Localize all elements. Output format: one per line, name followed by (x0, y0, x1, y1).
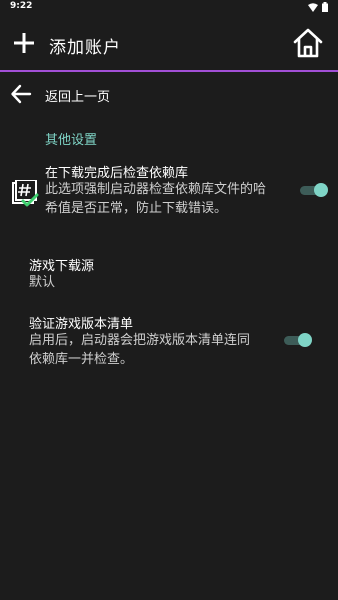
pref-title: 游戏下载源 (29, 259, 95, 274)
section-header: 其他设置 (45, 133, 98, 148)
back-button[interactable]: 返回上一页 (0, 74, 338, 114)
back-label: 返回上一页 (45, 90, 111, 105)
app-bar: 添加账户 (0, 14, 338, 72)
pref-summary-line1: 此选项强制启动器检查依赖库文件的哈 (45, 182, 267, 197)
pref-title: 在下载完成后检查依赖库 (45, 166, 189, 181)
pref-check-libraries[interactable]: 在下载完成后检查依赖库 此选项强制启动器检查依赖库文件的哈 希值是否正常，防止下… (0, 162, 338, 222)
toggle-thumb (314, 183, 328, 197)
page-title: 添加账户 (49, 38, 121, 58)
status-bar: 9:22 (0, 0, 338, 14)
plus-icon[interactable] (12, 31, 36, 55)
pref-summary-line2: 依赖库一并检查。 (29, 352, 134, 367)
battery-icon (322, 2, 328, 12)
toggle-thumb (298, 333, 312, 347)
back-arrow-icon (11, 84, 32, 104)
pref-download-source[interactable]: 游戏下载源 默认 (0, 255, 338, 295)
home-icon[interactable] (292, 27, 324, 59)
toggle-switch[interactable] (300, 183, 328, 197)
pref-summary: 默认 (29, 275, 56, 290)
status-icons (308, 2, 328, 12)
toggle-switch[interactable] (284, 333, 312, 347)
app-bar-divider (0, 70, 338, 72)
status-time: 9:22 (10, 1, 33, 11)
wifi-icon (308, 2, 318, 12)
pref-summary-line1: 启用后，启动器会把游戏版本清单连同 (29, 333, 251, 348)
pref-verify-version-manifest[interactable]: 验证游戏版本清单 启用后，启动器会把游戏版本清单连同 依赖库一并检查。 (0, 313, 338, 373)
pref-summary-line2: 希值是否正常，防止下载错误。 (45, 201, 228, 216)
pref-title: 验证游戏版本清单 (29, 317, 134, 332)
